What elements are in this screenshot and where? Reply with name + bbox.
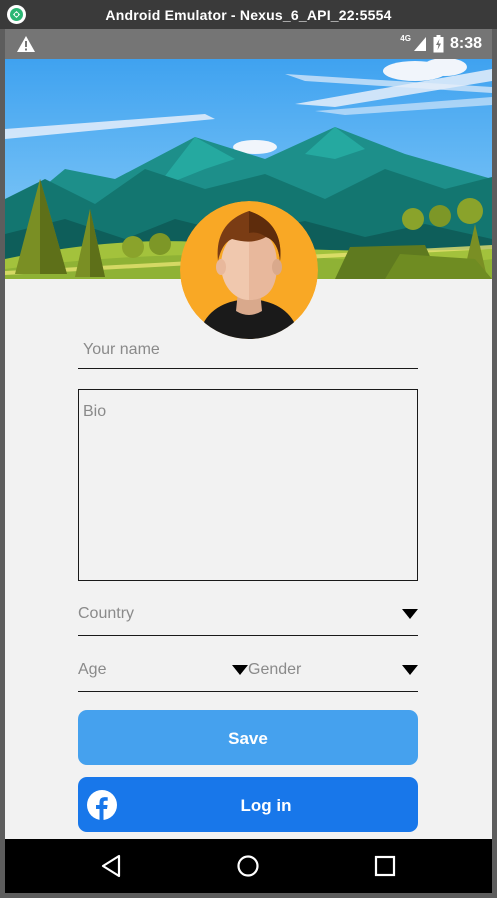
bio-textarea[interactable] <box>78 389 418 581</box>
login-label: Log in <box>240 796 292 815</box>
dropdown-arrow-icon <box>402 609 418 619</box>
dropdown-arrow-icon <box>402 665 418 675</box>
network-type: 4G <box>400 33 411 43</box>
gender-placeholder: Gender <box>248 661 302 678</box>
country-picker[interactable]: Country <box>78 593 418 636</box>
age-placeholder: Age <box>78 661 107 678</box>
signal-icon <box>413 37 426 51</box>
facebook-icon <box>87 790 117 820</box>
device-screen: 4G 8:38 Your name Bio Country Age Gender… <box>5 29 492 893</box>
window-title: Android Emulator - Nexus_6_API_22:5554 <box>105 7 392 23</box>
warning-icon <box>17 36 35 52</box>
gender-picker[interactable]: Gender <box>248 649 418 691</box>
name-input[interactable] <box>78 331 418 369</box>
age-gender-row: Age Gender <box>78 649 418 692</box>
emulator-title-bar: Android Emulator - Nexus_6_API_22:5554 <box>0 0 497 29</box>
age-picker[interactable]: Age <box>78 649 248 691</box>
dropdown-arrow-icon <box>232 665 248 675</box>
home-icon[interactable] <box>235 853 261 879</box>
navigation-bar <box>5 839 492 893</box>
country-placeholder: Country <box>78 605 135 622</box>
profile-avatar[interactable] <box>180 201 318 339</box>
recents-icon[interactable] <box>372 853 398 879</box>
facebook-login-button[interactable]: Log in <box>78 777 418 832</box>
battery-icon <box>433 35 444 53</box>
status-time: 8:38 <box>449 35 482 52</box>
status-bar: 4G 8:38 <box>5 29 492 59</box>
back-icon[interactable] <box>99 853 125 879</box>
save-button[interactable]: Save <box>78 710 418 765</box>
